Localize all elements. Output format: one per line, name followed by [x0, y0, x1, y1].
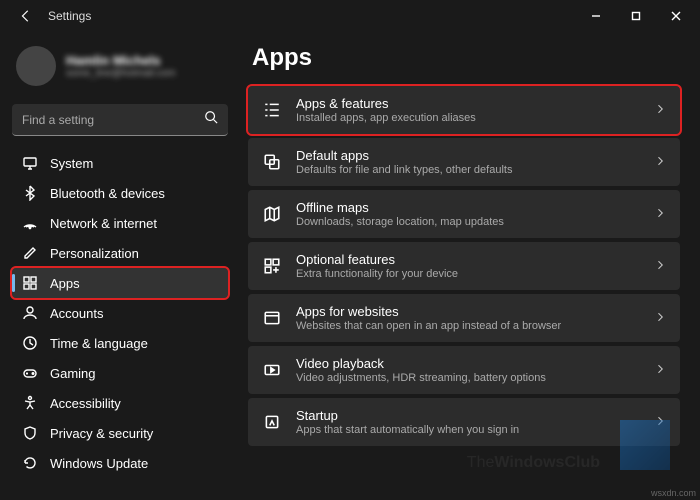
- close-button[interactable]: [656, 2, 696, 30]
- chevron-right-icon: [654, 362, 666, 378]
- sidebar-item-label: Bluetooth & devices: [50, 186, 165, 201]
- sidebar-item-accessibility[interactable]: Accessibility: [12, 388, 228, 418]
- sidebar-item-gaming[interactable]: Gaming: [12, 358, 228, 388]
- user-name: Hamlin Michels: [66, 53, 176, 68]
- card-text: Apps & features Installed apps, app exec…: [296, 96, 640, 124]
- sidebar-item-label: Personalization: [50, 246, 139, 261]
- personalization-icon: [22, 245, 38, 261]
- card-title: Apps for websites: [296, 304, 640, 319]
- card-list: Apps & features Installed apps, app exec…: [248, 86, 680, 446]
- chevron-right-icon: [654, 206, 666, 222]
- chevron-right-icon: [654, 310, 666, 326]
- main: Apps Apps & features Installed apps, app…: [240, 32, 700, 500]
- sidebar-item-label: Time & language: [50, 336, 148, 351]
- source-tag: wsxdn.com: [651, 488, 696, 498]
- sidebar-item-personalization[interactable]: Personalization: [12, 238, 228, 268]
- gaming-icon: [22, 365, 38, 381]
- card-text: Optional features Extra functionality fo…: [296, 252, 640, 280]
- card-subtitle: Defaults for file and link types, other …: [296, 164, 640, 176]
- card-text: Video playback Video adjustments, HDR st…: [296, 356, 640, 384]
- search-box[interactable]: [12, 104, 228, 136]
- update-icon: [22, 455, 38, 471]
- card-video[interactable]: Video playback Video adjustments, HDR st…: [248, 346, 680, 394]
- chevron-right-icon: [654, 258, 666, 274]
- card-text: Startup Apps that start automatically wh…: [296, 408, 640, 436]
- sidebar-item-label: System: [50, 156, 93, 171]
- sidebar-item-label: Windows Update: [50, 456, 148, 471]
- titlebar: Settings: [0, 0, 700, 32]
- window-controls: [576, 2, 696, 30]
- map-icon: [262, 204, 282, 224]
- card-title: Startup: [296, 408, 640, 423]
- minimize-button[interactable]: [576, 2, 616, 30]
- chevron-right-icon: [654, 154, 666, 170]
- page-title: Apps: [252, 44, 680, 72]
- card-subtitle: Installed apps, app execution aliases: [296, 112, 640, 124]
- card-subtitle: Video adjustments, HDR streaming, batter…: [296, 372, 640, 384]
- card-title: Offline maps: [296, 200, 640, 215]
- sidebar-item-label: Network & internet: [50, 216, 157, 231]
- card-optional[interactable]: Optional features Extra functionality fo…: [248, 242, 680, 290]
- sidebar-item-apps[interactable]: Apps: [12, 268, 228, 298]
- video-icon: [262, 360, 282, 380]
- sidebar-item-time[interactable]: Time & language: [12, 328, 228, 358]
- card-text: Offline maps Downloads, storage location…: [296, 200, 640, 228]
- startup-icon: [262, 412, 282, 432]
- sidebar-item-bluetooth[interactable]: Bluetooth & devices: [12, 178, 228, 208]
- sidebar: Hamlin Michels some_line@hotmail.com Sys…: [0, 32, 240, 500]
- bluetooth-icon: [22, 185, 38, 201]
- default-icon: [262, 152, 282, 172]
- accessibility-icon: [22, 395, 38, 411]
- sidebar-item-label: Privacy & security: [50, 426, 153, 441]
- card-title: Video playback: [296, 356, 640, 371]
- back-button[interactable]: [16, 6, 36, 26]
- sidebar-item-accounts[interactable]: Accounts: [12, 298, 228, 328]
- sidebar-item-update[interactable]: Windows Update: [12, 448, 228, 478]
- card-apps-features[interactable]: Apps & features Installed apps, app exec…: [248, 86, 680, 134]
- card-subtitle: Websites that can open in an app instead…: [296, 320, 640, 332]
- user-block[interactable]: Hamlin Michels some_line@hotmail.com: [12, 40, 228, 98]
- card-subtitle: Downloads, storage location, map updates: [296, 216, 640, 228]
- sidebar-item-privacy[interactable]: Privacy & security: [12, 418, 228, 448]
- sidebar-item-label: Gaming: [50, 366, 96, 381]
- card-subtitle: Apps that start automatically when you s…: [296, 424, 640, 436]
- maximize-button[interactable]: [616, 2, 656, 30]
- sidebar-item-label: Accounts: [50, 306, 103, 321]
- card-text: Default apps Defaults for file and link …: [296, 148, 640, 176]
- network-icon: [22, 215, 38, 231]
- privacy-icon: [22, 425, 38, 441]
- card-title: Apps & features: [296, 96, 640, 111]
- time-icon: [22, 335, 38, 351]
- sidebar-item-label: Accessibility: [50, 396, 121, 411]
- window-title: Settings: [48, 9, 91, 23]
- apps-icon: [22, 275, 38, 291]
- card-title: Optional features: [296, 252, 640, 267]
- content: Hamlin Michels some_line@hotmail.com Sys…: [0, 32, 700, 500]
- titlebar-left: Settings: [16, 6, 91, 26]
- search-icon: [204, 110, 218, 129]
- chevron-right-icon: [654, 414, 666, 430]
- system-icon: [22, 155, 38, 171]
- card-title: Default apps: [296, 148, 640, 163]
- optional-icon: [262, 256, 282, 276]
- accounts-icon: [22, 305, 38, 321]
- card-websites[interactable]: Apps for websites Websites that can open…: [248, 294, 680, 342]
- user-info: Hamlin Michels some_line@hotmail.com: [66, 53, 176, 79]
- sidebar-item-network[interactable]: Network & internet: [12, 208, 228, 238]
- card-text: Apps for websites Websites that can open…: [296, 304, 640, 332]
- card-default-apps[interactable]: Default apps Defaults for file and link …: [248, 138, 680, 186]
- websites-icon: [262, 308, 282, 328]
- search-input[interactable]: [22, 113, 204, 127]
- user-email: some_line@hotmail.com: [66, 68, 176, 79]
- chevron-right-icon: [654, 102, 666, 118]
- card-startup[interactable]: Startup Apps that start automatically wh…: [248, 398, 680, 446]
- nav-list: System Bluetooth & devices Network & int…: [12, 148, 228, 478]
- card-offline-maps[interactable]: Offline maps Downloads, storage location…: [248, 190, 680, 238]
- list-icon: [262, 100, 282, 120]
- sidebar-item-system[interactable]: System: [12, 148, 228, 178]
- sidebar-item-label: Apps: [50, 276, 80, 291]
- avatar: [16, 46, 56, 86]
- card-subtitle: Extra functionality for your device: [296, 268, 640, 280]
